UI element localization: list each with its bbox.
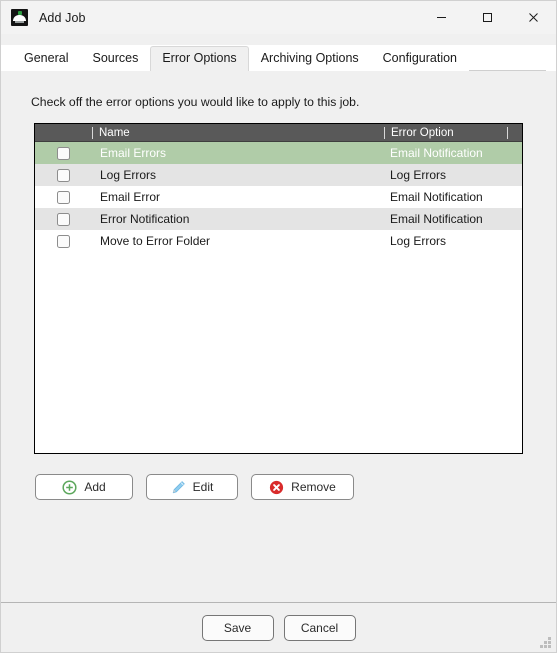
row-checkbox-cell[interactable]: [35, 234, 92, 248]
table-row[interactable]: Email Errors Email Notification: [35, 142, 522, 164]
column-header-error-option[interactable]: Error Option: [385, 124, 507, 142]
table-row[interactable]: Email Error Email Notification: [35, 186, 522, 208]
row-checkbox-cell[interactable]: [35, 146, 92, 160]
remove-button-label: Remove: [291, 480, 336, 494]
tab-content-error-options: Check off the error options you would li…: [1, 71, 556, 602]
column-header-end: [508, 124, 522, 142]
table-action-buttons: Add Edit Remove: [35, 474, 354, 500]
instruction-text: Check off the error options you would li…: [31, 95, 360, 109]
cancel-button[interactable]: Cancel: [283, 614, 356, 641]
window-title: Add Job: [39, 10, 86, 25]
row-checkbox-cell[interactable]: [35, 212, 92, 226]
row-name: Error Notification: [100, 212, 190, 226]
row-checkbox[interactable]: [57, 146, 70, 160]
tab-error-options[interactable]: Error Options: [150, 46, 249, 71]
row-error-option: Log Errors: [390, 234, 447, 248]
row-checkbox[interactable]: [57, 168, 70, 182]
row-checkbox[interactable]: [57, 190, 70, 204]
tab-configuration[interactable]: Configuration: [370, 46, 470, 71]
remove-button[interactable]: Remove: [251, 474, 354, 500]
column-header-checkbox[interactable]: [35, 124, 92, 142]
table-row[interactable]: Error Notification Email Notification: [35, 208, 522, 230]
add-job-window: Add Job General Sources Error Options Ar…: [0, 0, 557, 653]
row-error-option: Email Notification: [390, 190, 483, 204]
x-circle-icon: [269, 480, 284, 495]
edit-button-label: Edit: [192, 480, 214, 494]
row-error-option: Log Errors: [390, 168, 447, 182]
row-name: Log Errors: [100, 168, 157, 182]
close-icon[interactable]: [510, 1, 556, 34]
edit-button[interactable]: Edit: [146, 474, 238, 500]
table-header-row: Name Error Option: [35, 124, 522, 142]
row-name: Email Errors: [100, 146, 167, 160]
window-controls: [418, 1, 556, 34]
table-row[interactable]: Move to Error Folder Log Errors: [35, 230, 522, 252]
row-checkbox[interactable]: [57, 234, 70, 248]
row-checkbox[interactable]: [57, 212, 70, 226]
pencil-icon: [171, 480, 186, 495]
tab-archiving-options[interactable]: Archiving Options: [248, 46, 371, 71]
row-checkbox-cell[interactable]: [35, 190, 92, 204]
add-button-label: Add: [84, 480, 106, 494]
add-button[interactable]: Add: [35, 474, 133, 500]
row-error-option: Email Notification: [390, 146, 483, 160]
row-name: Move to Error Folder: [100, 234, 211, 248]
table-row[interactable]: Log Errors Log Errors: [35, 164, 522, 186]
resize-grip[interactable]: [540, 637, 552, 649]
tab-strip: General Sources Error Options Archiving …: [1, 45, 556, 71]
maximize-icon[interactable]: [464, 1, 510, 34]
save-button[interactable]: Save: [201, 614, 274, 641]
app-dome-icon: [11, 9, 28, 26]
tab-sources[interactable]: Sources: [80, 46, 151, 71]
title-bar: Add Job: [1, 1, 556, 34]
row-error-option: Email Notification: [390, 212, 483, 226]
row-name: Email Error: [100, 190, 161, 204]
minimize-icon[interactable]: [418, 1, 464, 34]
tab-general[interactable]: General: [12, 46, 81, 71]
column-header-name[interactable]: Name: [93, 124, 384, 142]
error-options-table: Name Error Option Email Errors Email Not…: [34, 123, 523, 454]
plus-circle-icon: [62, 479, 77, 495]
dialog-footer: Save Cancel: [1, 602, 556, 652]
row-checkbox-cell[interactable]: [35, 168, 92, 182]
